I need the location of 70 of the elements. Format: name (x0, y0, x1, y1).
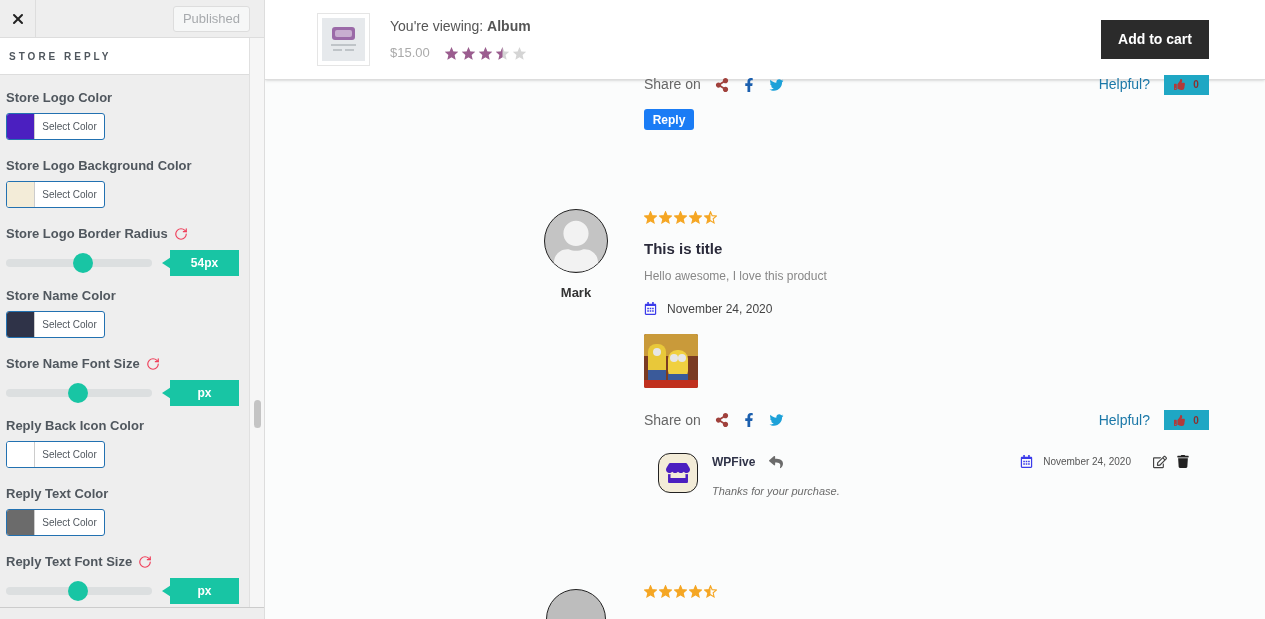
star-icon (644, 585, 657, 598)
slider-thumb[interactable] (67, 581, 88, 601)
reset-icon[interactable] (145, 357, 160, 371)
star-icon (477, 45, 493, 61)
helpful-link[interactable]: Helpful? (1098, 74, 1150, 95)
control-label: Reply Back Icon Color (6, 417, 145, 435)
control-label: Store Logo Background Color (6, 157, 193, 175)
section-header: STORE REPLY (0, 38, 250, 75)
share-icon[interactable] (714, 413, 729, 427)
color-picker-button[interactable]: Select Color (6, 181, 105, 208)
reply-arrow-icon (767, 454, 786, 469)
delete-icon[interactable] (1177, 455, 1189, 468)
share-label: Share on (644, 75, 701, 94)
thumbs-up-icon (1174, 79, 1186, 90)
reply-text: Thanks for your purchase. (712, 483, 841, 499)
star-icon (659, 211, 672, 224)
star-icon (689, 211, 702, 224)
star-icon (644, 211, 657, 224)
viewing-text: You're viewing: Album (390, 17, 531, 37)
slider[interactable] (6, 253, 152, 273)
store-name: WPFive (712, 453, 756, 471)
share-label: Share on (644, 410, 701, 430)
star-icon (704, 585, 717, 598)
share-icon[interactable] (714, 77, 729, 92)
star-icon (443, 45, 459, 61)
reset-icon[interactable] (138, 555, 153, 569)
helpful-link[interactable]: Helpful? (1098, 409, 1150, 431)
product-price: $15.00 (390, 44, 430, 63)
control-label: Store Name Font Size (6, 355, 140, 373)
control-label: Store Logo Color (6, 89, 114, 107)
facebook-icon[interactable] (742, 413, 755, 427)
calendar-icon (644, 302, 657, 315)
facebook-icon[interactable] (742, 77, 755, 92)
scrollbar-thumb[interactable] (253, 400, 261, 428)
value-badge: px (162, 380, 239, 406)
star-icon (659, 585, 672, 598)
star-icon (674, 585, 687, 598)
color-picker-button[interactable]: Select Color (6, 113, 105, 140)
star-icon (689, 585, 702, 598)
review-text: Hello awesome, I love this product (644, 267, 828, 285)
review-date: November 24, 2020 (667, 300, 773, 318)
reviewer-name: Mark (560, 284, 592, 302)
slider-thumb[interactable] (72, 253, 93, 273)
twitter-icon[interactable] (768, 77, 784, 92)
control-label: Reply Text Font Size (6, 553, 133, 571)
store-logo (658, 452, 698, 493)
slider[interactable] (6, 383, 152, 403)
add-to-cart-button[interactable]: Add to cart (1101, 20, 1209, 59)
thumbs-up-icon (1174, 414, 1186, 426)
reply-button[interactable]: Reply (644, 109, 694, 130)
color-picker-button[interactable]: Select Color (6, 311, 105, 338)
star-icon (460, 45, 476, 61)
review-title: This is title (644, 239, 724, 259)
edit-icon[interactable] (1153, 454, 1167, 469)
value-badge: 54px (162, 250, 239, 276)
color-picker-button[interactable]: Select Color (6, 441, 105, 468)
control-label: Store Logo Border Radius (6, 225, 168, 243)
color-picker-button[interactable]: Select Color (6, 509, 105, 536)
star-icon (511, 45, 527, 61)
slider-thumb[interactable] (67, 383, 88, 403)
calendar-icon (1020, 455, 1034, 468)
star-icon (674, 211, 687, 224)
value-badge: px (162, 578, 239, 604)
reset-icon[interactable] (173, 227, 188, 241)
star-icon (704, 211, 717, 224)
control-label: Reply Text Color (6, 485, 110, 503)
slider[interactable] (6, 581, 152, 601)
twitter-icon[interactable] (768, 413, 784, 427)
reply-date: November 24, 2020 (1043, 455, 1131, 469)
control-label: Store Name Color (6, 287, 117, 305)
